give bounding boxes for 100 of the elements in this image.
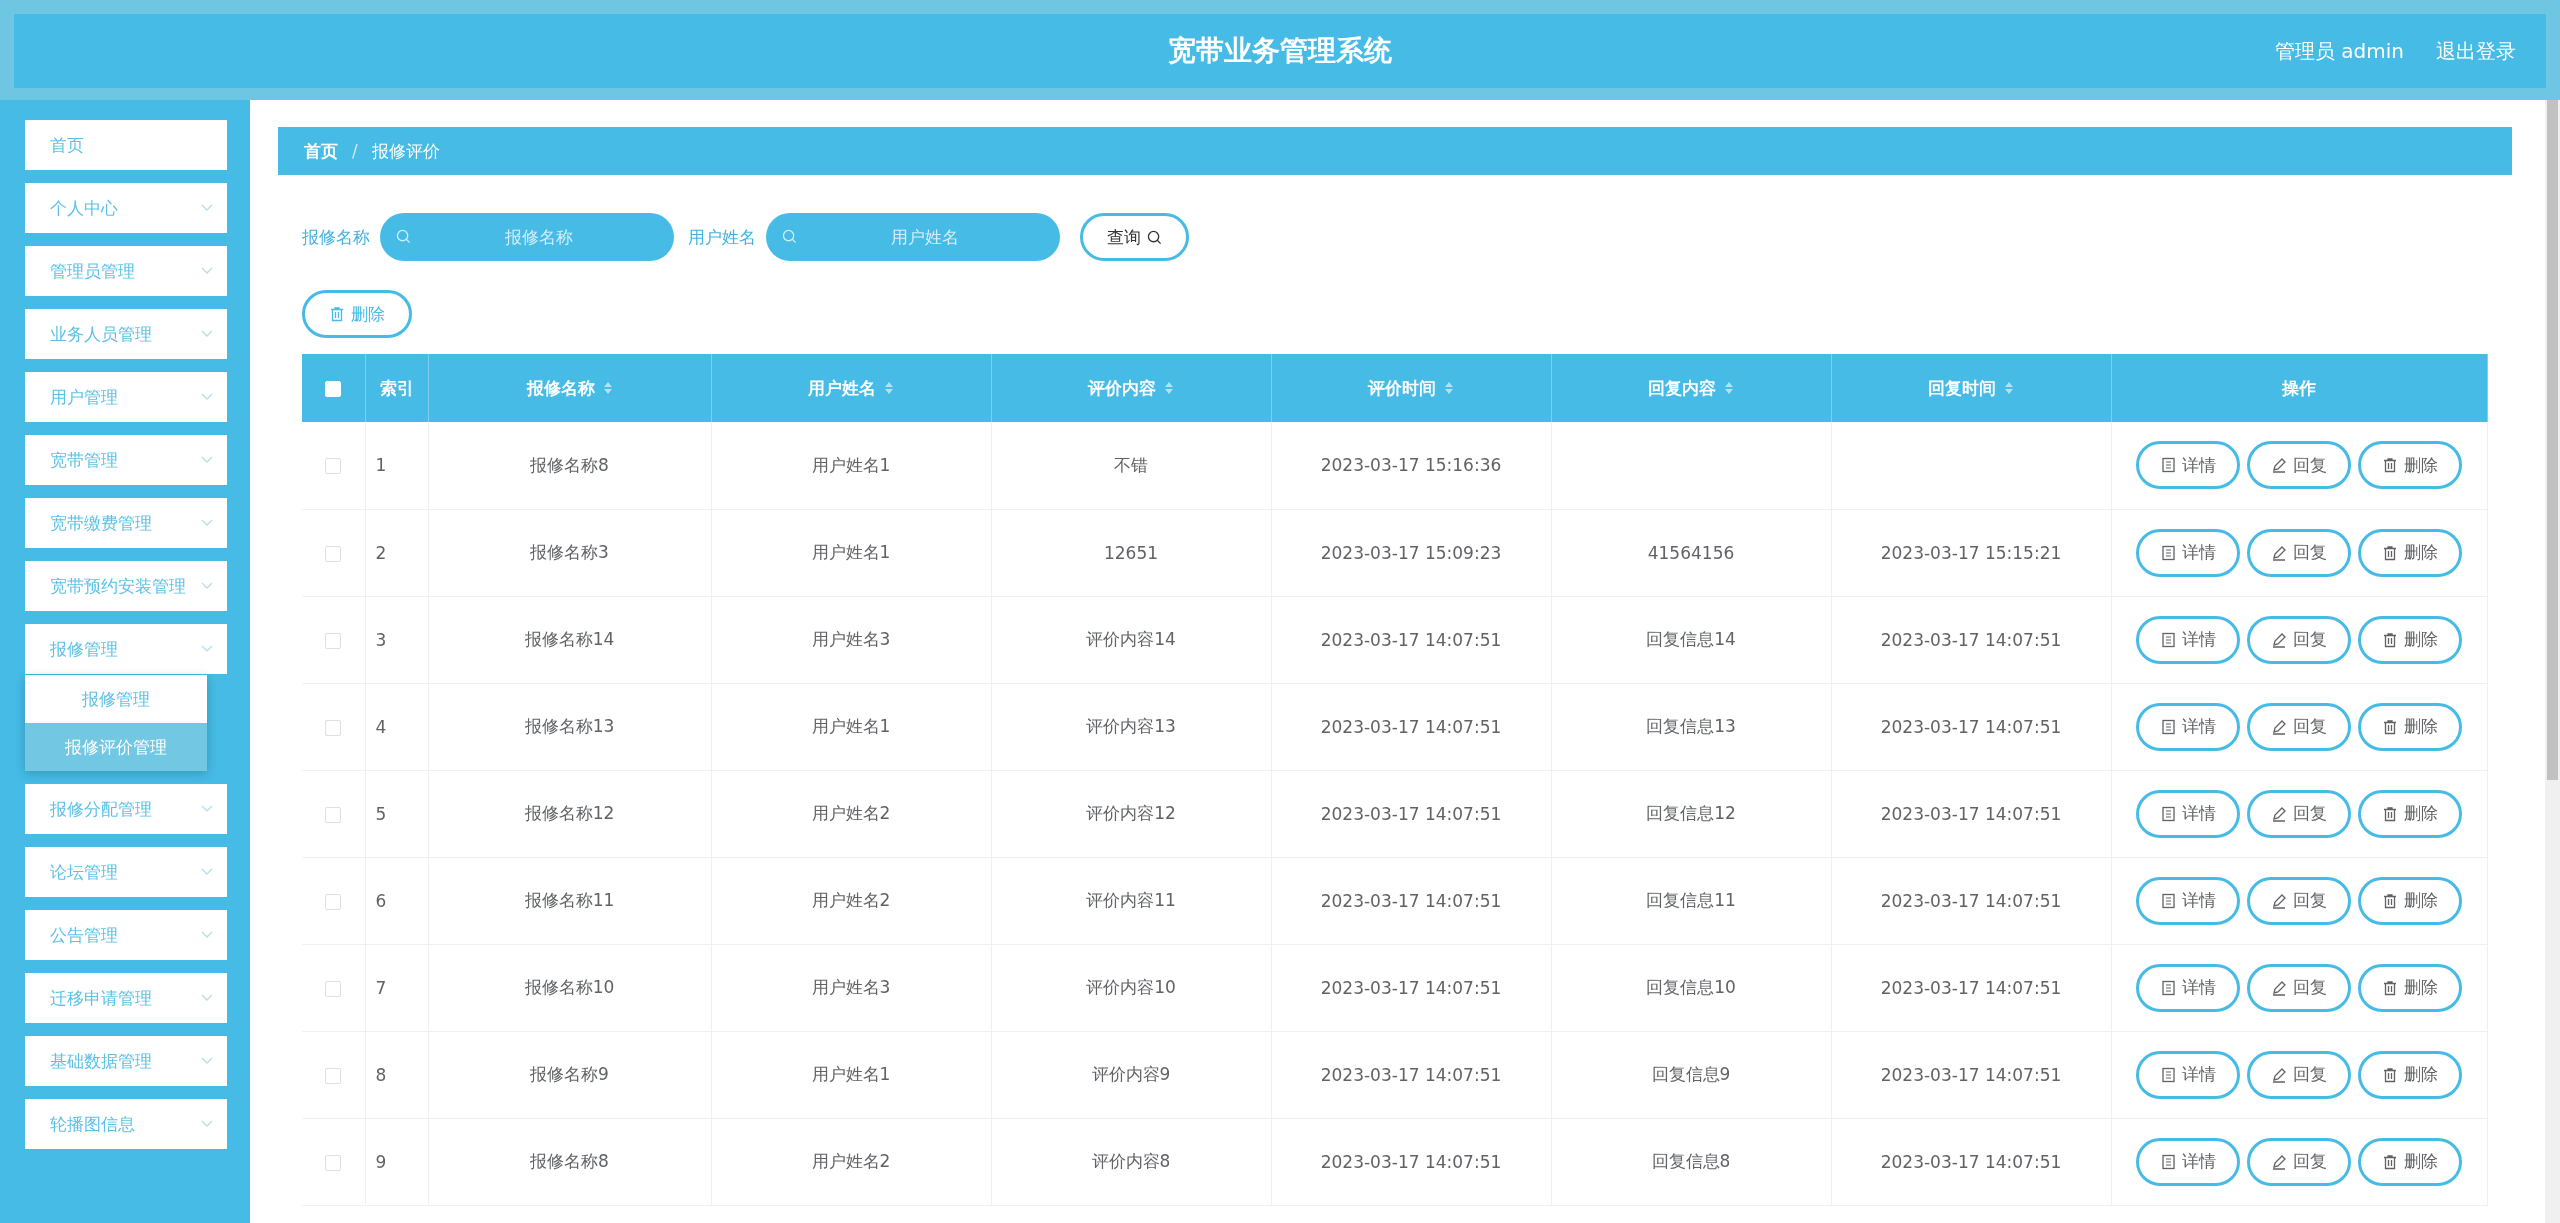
trash-icon bbox=[2382, 457, 2398, 474]
pencil-icon bbox=[2271, 631, 2287, 648]
details-button[interactable]: 详情 bbox=[2136, 789, 2240, 838]
search-field[interactable]: 报修名称 bbox=[380, 213, 674, 261]
query-button[interactable]: 查询 bbox=[1080, 213, 1189, 261]
details-button[interactable]: 详情 bbox=[2136, 441, 2240, 490]
trash-icon bbox=[2382, 805, 2398, 822]
chevron-down-icon bbox=[201, 582, 213, 590]
table-cell: 9 bbox=[365, 1118, 428, 1205]
delete-button[interactable]: 删除 bbox=[2358, 789, 2462, 838]
pencil-icon bbox=[2271, 892, 2287, 909]
select-all-checkbox[interactable] bbox=[325, 381, 342, 397]
pencil-icon bbox=[2271, 1153, 2287, 1170]
delete-button[interactable]: 删除 bbox=[2358, 876, 2462, 925]
row-checkbox[interactable] bbox=[325, 1067, 342, 1084]
table-cell: 41564156 bbox=[1551, 509, 1831, 596]
table-cell: 2023-03-17 14:07:51 bbox=[1271, 1031, 1551, 1118]
sort-icon[interactable] bbox=[1724, 381, 1734, 395]
details-button[interactable]: 详情 bbox=[2136, 528, 2240, 577]
table-cell: 2023-03-17 14:07:51 bbox=[1831, 683, 2111, 770]
document-icon bbox=[2160, 1153, 2176, 1170]
delete-button[interactable]: 删除 bbox=[2358, 615, 2462, 664]
delete-button[interactable]: 删除 bbox=[2358, 528, 2462, 577]
details-button[interactable]: 详情 bbox=[2136, 963, 2240, 1012]
details-button[interactable]: 详情 bbox=[2136, 876, 2240, 925]
row-checkbox[interactable] bbox=[325, 806, 342, 823]
reply-button[interactable]: 回复 bbox=[2247, 963, 2351, 1012]
chevron-down-icon bbox=[201, 267, 213, 275]
table-cell: 2023-03-17 15:15:21 bbox=[1831, 509, 2111, 596]
chevron-down-icon bbox=[201, 645, 213, 653]
chevron-down-icon bbox=[201, 931, 213, 939]
reply-button[interactable]: 回复 bbox=[2247, 1050, 2351, 1099]
column-header: 索引 bbox=[365, 354, 428, 422]
table-cell: 报修名称11 bbox=[428, 857, 711, 944]
row-checkbox[interactable] bbox=[325, 719, 342, 736]
delete-button[interactable]: 删除 bbox=[2358, 963, 2462, 1012]
table-cell: 回复信息14 bbox=[1551, 596, 1831, 683]
field-label: 报修名称 bbox=[302, 225, 370, 249]
table-cell: 用户姓名1 bbox=[711, 509, 991, 596]
table-cell: 评价内容12 bbox=[991, 770, 1271, 857]
row-checkbox[interactable] bbox=[325, 632, 342, 649]
delete-button[interactable]: 删除 bbox=[2358, 441, 2462, 490]
details-button[interactable]: 详情 bbox=[2136, 615, 2240, 664]
chevron-down-icon bbox=[201, 330, 213, 338]
reply-button[interactable]: 回复 bbox=[2247, 615, 2351, 664]
sort-icon[interactable] bbox=[602, 381, 613, 395]
scrollbar[interactable] bbox=[2545, 100, 2560, 1223]
table-cell: 报修名称14 bbox=[428, 596, 711, 683]
trash-icon bbox=[2382, 1153, 2398, 1170]
reply-button[interactable]: 回复 bbox=[2247, 876, 2351, 925]
table-cell: 4 bbox=[365, 683, 428, 770]
reply-button[interactable]: 回复 bbox=[2247, 1137, 2351, 1186]
pencil-icon bbox=[2271, 1066, 2287, 1083]
table-cell: 回复信息13 bbox=[1551, 683, 1831, 770]
row-checkbox[interactable] bbox=[325, 545, 342, 562]
search-icon bbox=[1147, 229, 1162, 245]
table-cell: 5 bbox=[365, 770, 428, 857]
table-cell: 回复信息12 bbox=[1551, 770, 1831, 857]
reply-button[interactable]: 回复 bbox=[2247, 528, 2351, 577]
table-cell: 2023-03-17 14:07:51 bbox=[1271, 770, 1551, 857]
row-checkbox[interactable] bbox=[325, 1154, 342, 1171]
table-cell: 用户姓名2 bbox=[711, 1118, 991, 1205]
table-cell: 报修名称8 bbox=[428, 1118, 711, 1205]
reply-button[interactable]: 回复 bbox=[2247, 789, 2351, 838]
row-checkbox[interactable] bbox=[325, 458, 342, 475]
trash-icon bbox=[2382, 892, 2398, 909]
table-cell: 报修名称13 bbox=[428, 683, 711, 770]
details-button[interactable]: 详情 bbox=[2136, 1137, 2240, 1186]
details-button[interactable]: 详情 bbox=[2136, 1050, 2240, 1099]
document-icon bbox=[2160, 1066, 2176, 1083]
delete-button[interactable]: 删除 bbox=[2358, 702, 2462, 751]
table-cell: 评价内容8 bbox=[991, 1118, 1271, 1205]
pencil-icon bbox=[2271, 979, 2287, 996]
sort-icon[interactable] bbox=[2004, 381, 2014, 395]
row-checkbox[interactable] bbox=[325, 980, 342, 997]
table-cell: 报修名称3 bbox=[428, 509, 711, 596]
table-cell: 用户姓名2 bbox=[711, 770, 991, 857]
table-cell: 2023-03-17 14:07:51 bbox=[1831, 944, 2111, 1031]
chevron-down-icon bbox=[201, 805, 213, 813]
sort-icon[interactable] bbox=[1164, 381, 1174, 395]
sort-icon[interactable] bbox=[884, 381, 894, 395]
sort-icon[interactable] bbox=[1444, 381, 1454, 395]
delete-button[interactable]: 删除 bbox=[2358, 1137, 2462, 1186]
table-cell: 用户姓名1 bbox=[711, 422, 991, 509]
search-field[interactable]: 用户姓名 bbox=[766, 213, 1060, 261]
table-cell: 2023-03-17 14:07:51 bbox=[1271, 944, 1551, 1031]
reply-button[interactable]: 回复 bbox=[2247, 702, 2351, 751]
table-cell: 评价内容11 bbox=[991, 857, 1271, 944]
chevron-down-icon bbox=[201, 393, 213, 401]
table-cell: 7 bbox=[365, 944, 428, 1031]
pencil-icon bbox=[2271, 457, 2287, 474]
details-button[interactable]: 详情 bbox=[2136, 702, 2240, 751]
table-cell: 评价内容13 bbox=[991, 683, 1271, 770]
app-title: 宽带业务管理系统 bbox=[1168, 33, 1392, 69]
trash-icon bbox=[2382, 631, 2398, 648]
reply-button[interactable]: 回复 bbox=[2247, 441, 2351, 490]
table-cell: 报修名称12 bbox=[428, 770, 711, 857]
field-label: 用户姓名 bbox=[688, 225, 756, 249]
delete-button[interactable]: 删除 bbox=[2358, 1050, 2462, 1099]
row-checkbox[interactable] bbox=[325, 893, 342, 910]
